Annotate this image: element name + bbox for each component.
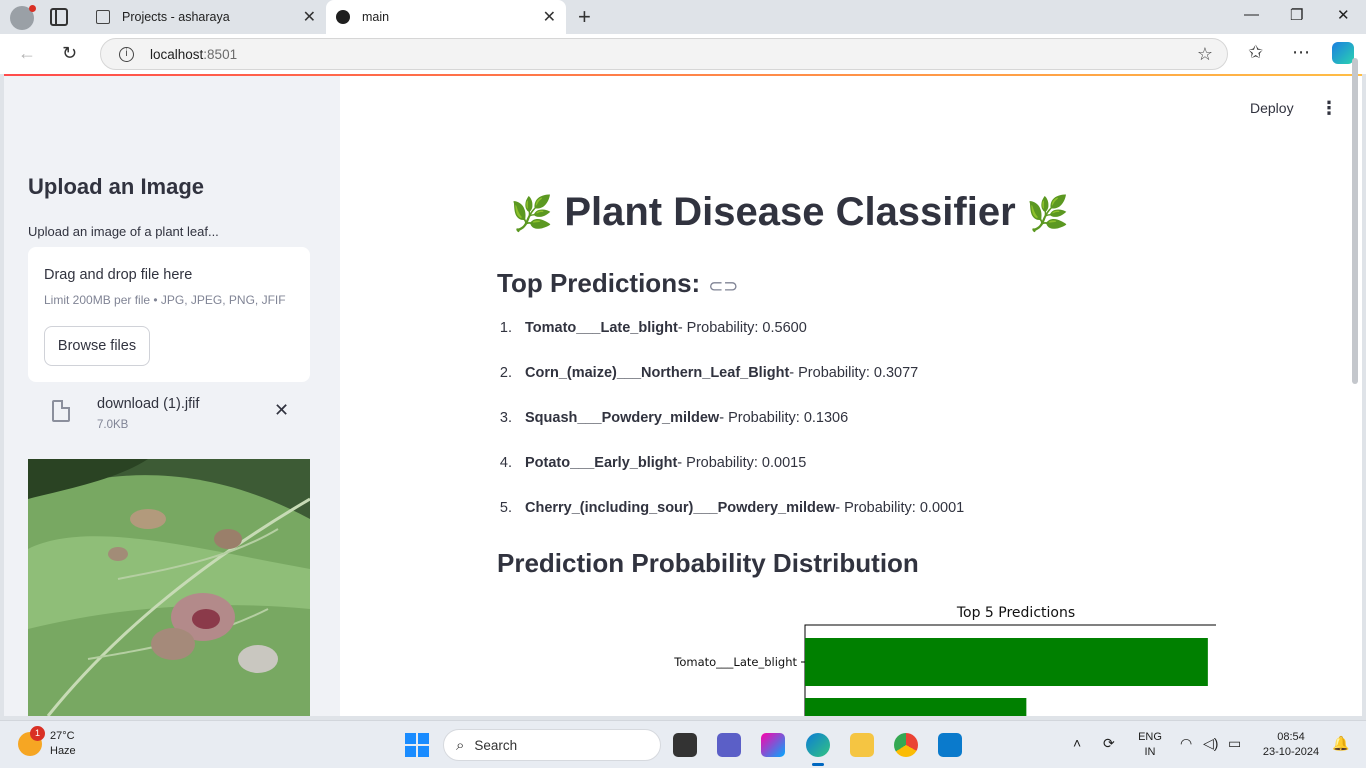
chart-bar: [805, 698, 1027, 716]
page-icon: [96, 10, 110, 24]
remove-file-icon[interactable]: ✕: [274, 400, 289, 421]
file-explorer-icon[interactable]: [850, 733, 874, 757]
streamlit-icon: [336, 10, 350, 24]
dropzone-limit: Limit 200MB per file • JPG, JPEG, PNG, J…: [44, 293, 286, 307]
close-tab-icon[interactable]: ✕: [303, 7, 316, 27]
task-view-icon[interactable]: [673, 733, 697, 757]
list-item: 4. Potato___Early_blight - Probability: 0…: [499, 455, 807, 471]
sync-icon[interactable]: ⟳: [1103, 735, 1115, 752]
herb-icon: 🌿: [510, 195, 554, 233]
site-info-icon[interactable]: i: [119, 46, 134, 62]
weather-sun-icon: 1: [18, 726, 45, 756]
close-window-icon[interactable]: ✕: [1337, 6, 1350, 24]
battery-icon[interactable]: ▭: [1228, 735, 1241, 752]
scrollbar-thumb[interactable]: [1352, 58, 1358, 384]
notifications-bell-icon[interactable]: 🔔: [1332, 735, 1349, 752]
uploaded-leaf-image: [28, 459, 310, 716]
distribution-heading: Prediction Probability Distribution: [497, 548, 919, 578]
reload-icon[interactable]: ↻: [62, 43, 77, 64]
restore-icon[interactable]: ❐: [1290, 6, 1303, 24]
dropzone-instructions: Drag and drop file here: [44, 267, 193, 283]
browser-toolbar: ← ↻ i localhost:8501 ☆ ✩ ⋯: [0, 34, 1366, 74]
search-icon: ⌕: [456, 736, 465, 754]
tray-overflow-icon[interactable]: ˄: [1073, 735, 1081, 751]
sidebar: Upload an Image Upload an image of a pla…: [4, 76, 340, 716]
tab-title: Projects - asharaya: [122, 10, 230, 24]
predictions-list: 1. Tomato___Late_blight - Probability: 0.…: [496, 320, 964, 545]
temperature: 27°C: [50, 730, 75, 742]
notification-badge: 1: [30, 726, 45, 741]
anchor-link-icon[interactable]: ⊂⊃: [708, 276, 738, 296]
tab-actions-icon[interactable]: [50, 8, 68, 26]
browse-files-button[interactable]: Browse files: [44, 326, 150, 366]
windows-taskbar: 1 27°C Haze ⌕ Search ˄ ⟳ ENG IN ◠ ◁) ▭ 08:5…: [0, 720, 1366, 768]
file-name: download (1).jfif: [97, 396, 200, 412]
clock[interactable]: 08:54 23-10-2024: [1256, 730, 1326, 760]
uploader-label: Upload an image of a plant leaf...: [28, 224, 219, 239]
back-icon[interactable]: ←: [18, 43, 36, 64]
uploaded-file: download (1).jfif 7.0KB ✕: [28, 388, 310, 436]
main-menu-icon[interactable]: ⋮: [1320, 98, 1338, 119]
list-item: 2. Corn_(maize)___Northern_Leaf_Blight - …: [499, 365, 919, 381]
file-dropzone[interactable]: Drag and drop file here Limit 200MB per …: [28, 247, 310, 382]
wifi-icon[interactable]: ◠: [1180, 735, 1192, 752]
chrome-icon[interactable]: [894, 733, 918, 757]
url-text: localhost:8501: [150, 46, 238, 62]
new-tab-icon[interactable]: +: [578, 4, 591, 30]
language-indicator[interactable]: ENG IN: [1136, 730, 1164, 760]
close-tab-icon[interactable]: ✕: [543, 7, 556, 27]
browser-tab-strip: Projects - asharaya ✕ main ✕ + — ❐ ✕: [0, 0, 1366, 34]
minimize-icon[interactable]: —: [1244, 6, 1259, 23]
list-item: 3. Squash___Powdery_mildew - Probability:…: [499, 410, 849, 426]
prediction-bar-chart: Top 5 Predictions Tomato___Late_blight: [616, 596, 1229, 716]
copilot-app-icon[interactable]: [761, 733, 785, 757]
deploy-button[interactable]: Deploy: [1250, 100, 1294, 116]
weather-condition: Haze: [50, 745, 76, 757]
taskbar-search[interactable]: ⌕ Search: [443, 729, 661, 761]
herb-icon: 🌿: [1026, 195, 1070, 233]
list-item: 1. Tomato___Late_blight - Probability: 0.…: [499, 320, 807, 336]
edge-icon[interactable]: [806, 733, 830, 766]
copilot-icon[interactable]: [1332, 42, 1354, 64]
browser-tab-main[interactable]: main ✕: [326, 0, 566, 34]
tab-title: main: [362, 10, 390, 24]
vscode-icon[interactable]: [938, 733, 962, 757]
favorite-star-icon[interactable]: ☆: [1197, 44, 1213, 65]
weather-widget[interactable]: 1 27°C Haze: [18, 726, 76, 759]
file-icon: [52, 400, 70, 422]
top-predictions-heading: Top Predictions: ⊂⊃: [497, 268, 739, 298]
address-bar[interactable]: i localhost:8501 ☆: [100, 38, 1228, 70]
chart-bar: [805, 638, 1208, 686]
favorites-icon[interactable]: ✩: [1248, 42, 1263, 63]
more-menu-icon[interactable]: ⋯: [1292, 42, 1310, 63]
browser-tab-projects[interactable]: Projects - asharaya ✕: [86, 0, 326, 34]
page-title: 🌿 Plant Disease Classifier 🌿: [510, 190, 1070, 234]
list-item: 5. Cherry_(including_sour)___Powdery_mild…: [499, 500, 965, 516]
y-tick-label: Tomato___Late_blight: [673, 655, 797, 669]
profile-icon[interactable]: [10, 5, 36, 30]
sidebar-title: Upload an Image: [28, 174, 205, 199]
volume-icon[interactable]: ◁): [1203, 735, 1218, 752]
main-content: Deploy ⋮ 🌿 Plant Disease Classifier 🌿 To…: [340, 76, 1362, 716]
chart-title: Top 5 Predictions: [956, 605, 1075, 621]
teams-icon[interactable]: [717, 733, 741, 757]
file-size: 7.0KB: [97, 419, 129, 431]
app-page: Upload an Image Upload an image of a pla…: [4, 76, 1362, 716]
windows-start-icon[interactable]: [405, 733, 429, 757]
